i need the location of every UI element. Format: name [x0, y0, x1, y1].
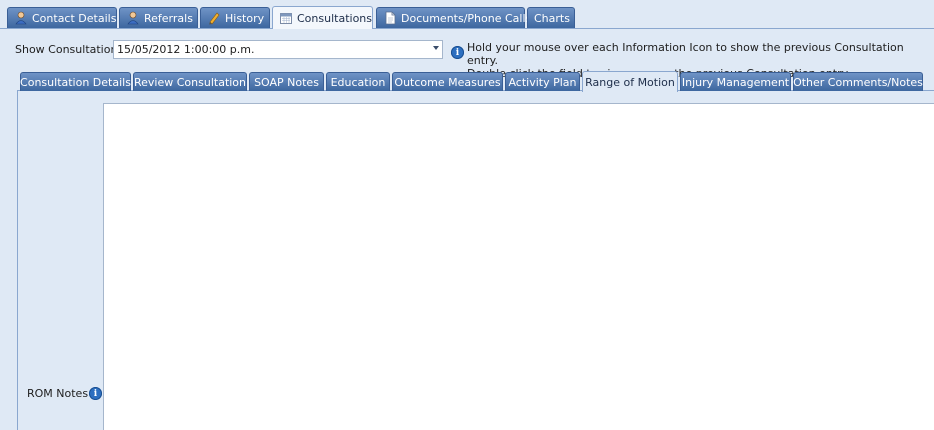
chevron-down-icon[interactable] — [433, 46, 439, 50]
tab-label: Other Comments/Notes — [793, 75, 923, 89]
tab-soap-notes[interactable]: SOAP Notes — [249, 72, 324, 91]
tab-label: Consultation Details — [20, 75, 131, 89]
tab-other-comments-notes[interactable]: Other Comments/Notes — [793, 72, 923, 91]
consultation-select-value: 15/05/2012 1:00:00 p.m. — [117, 43, 255, 56]
main-tab-strip: Contact Details Referrals History Consul… — [0, 0, 934, 30]
tab-injury-management[interactable]: Injury Management — [680, 72, 791, 91]
tab-consultation-details[interactable]: Consultation Details — [20, 72, 131, 91]
tab-label: Review Consultation — [134, 75, 247, 89]
info-icon: i — [451, 46, 464, 59]
tab-activity-plan[interactable]: Activity Plan — [505, 72, 580, 91]
tab-review-consultation[interactable]: Review Consultation — [133, 72, 247, 91]
tab-documents-phone-calls[interactable]: Documents/Phone Calls — [376, 7, 531, 28]
tab-label: Education — [330, 75, 386, 89]
person-icon — [14, 11, 28, 25]
rom-notes-label: ROM Notes — [27, 387, 89, 400]
tab-outcome-measures[interactable]: Outcome Measures — [392, 72, 503, 91]
tab-label: SOAP Notes — [254, 75, 319, 89]
tab-consultations[interactable]: Consultations — [272, 6, 373, 29]
hint-line-1: Hold your mouse over each Information Ic… — [467, 41, 904, 67]
tab-label: Charts — [534, 11, 570, 25]
tab-history[interactable]: History — [200, 7, 270, 28]
show-consultation-label: Show Consultation: — [15, 43, 122, 56]
tab-label: Injury Management — [681, 75, 790, 89]
tab-label: Contact Details — [32, 11, 117, 25]
info-icon[interactable]: i — [89, 387, 102, 400]
consultation-select[interactable]: 15/05/2012 1:00:00 p.m. — [113, 40, 443, 59]
tab-label: Outcome Measures — [394, 75, 501, 89]
tab-label: Referrals — [144, 11, 193, 25]
tab-label: Consultations — [297, 11, 372, 25]
tab-label: Range of Motion — [585, 75, 675, 89]
tab-contact-details[interactable]: Contact Details — [7, 7, 117, 28]
tab-education[interactable]: Education — [326, 72, 390, 91]
rom-notes-textarea[interactable] — [103, 103, 934, 430]
pencil-icon — [207, 11, 221, 25]
document-icon — [383, 11, 397, 25]
tab-label: History — [225, 11, 265, 25]
calendar-icon — [279, 11, 293, 25]
person-icon — [126, 11, 140, 25]
tab-strip-baseline — [0, 28, 934, 29]
tab-range-of-motion[interactable]: Range of Motion — [582, 71, 678, 92]
tab-charts[interactable]: Charts — [527, 7, 575, 28]
tab-referrals[interactable]: Referrals — [119, 7, 198, 28]
tab-label: Activity Plan — [508, 75, 577, 89]
tab-label: Documents/Phone Calls — [401, 11, 532, 25]
